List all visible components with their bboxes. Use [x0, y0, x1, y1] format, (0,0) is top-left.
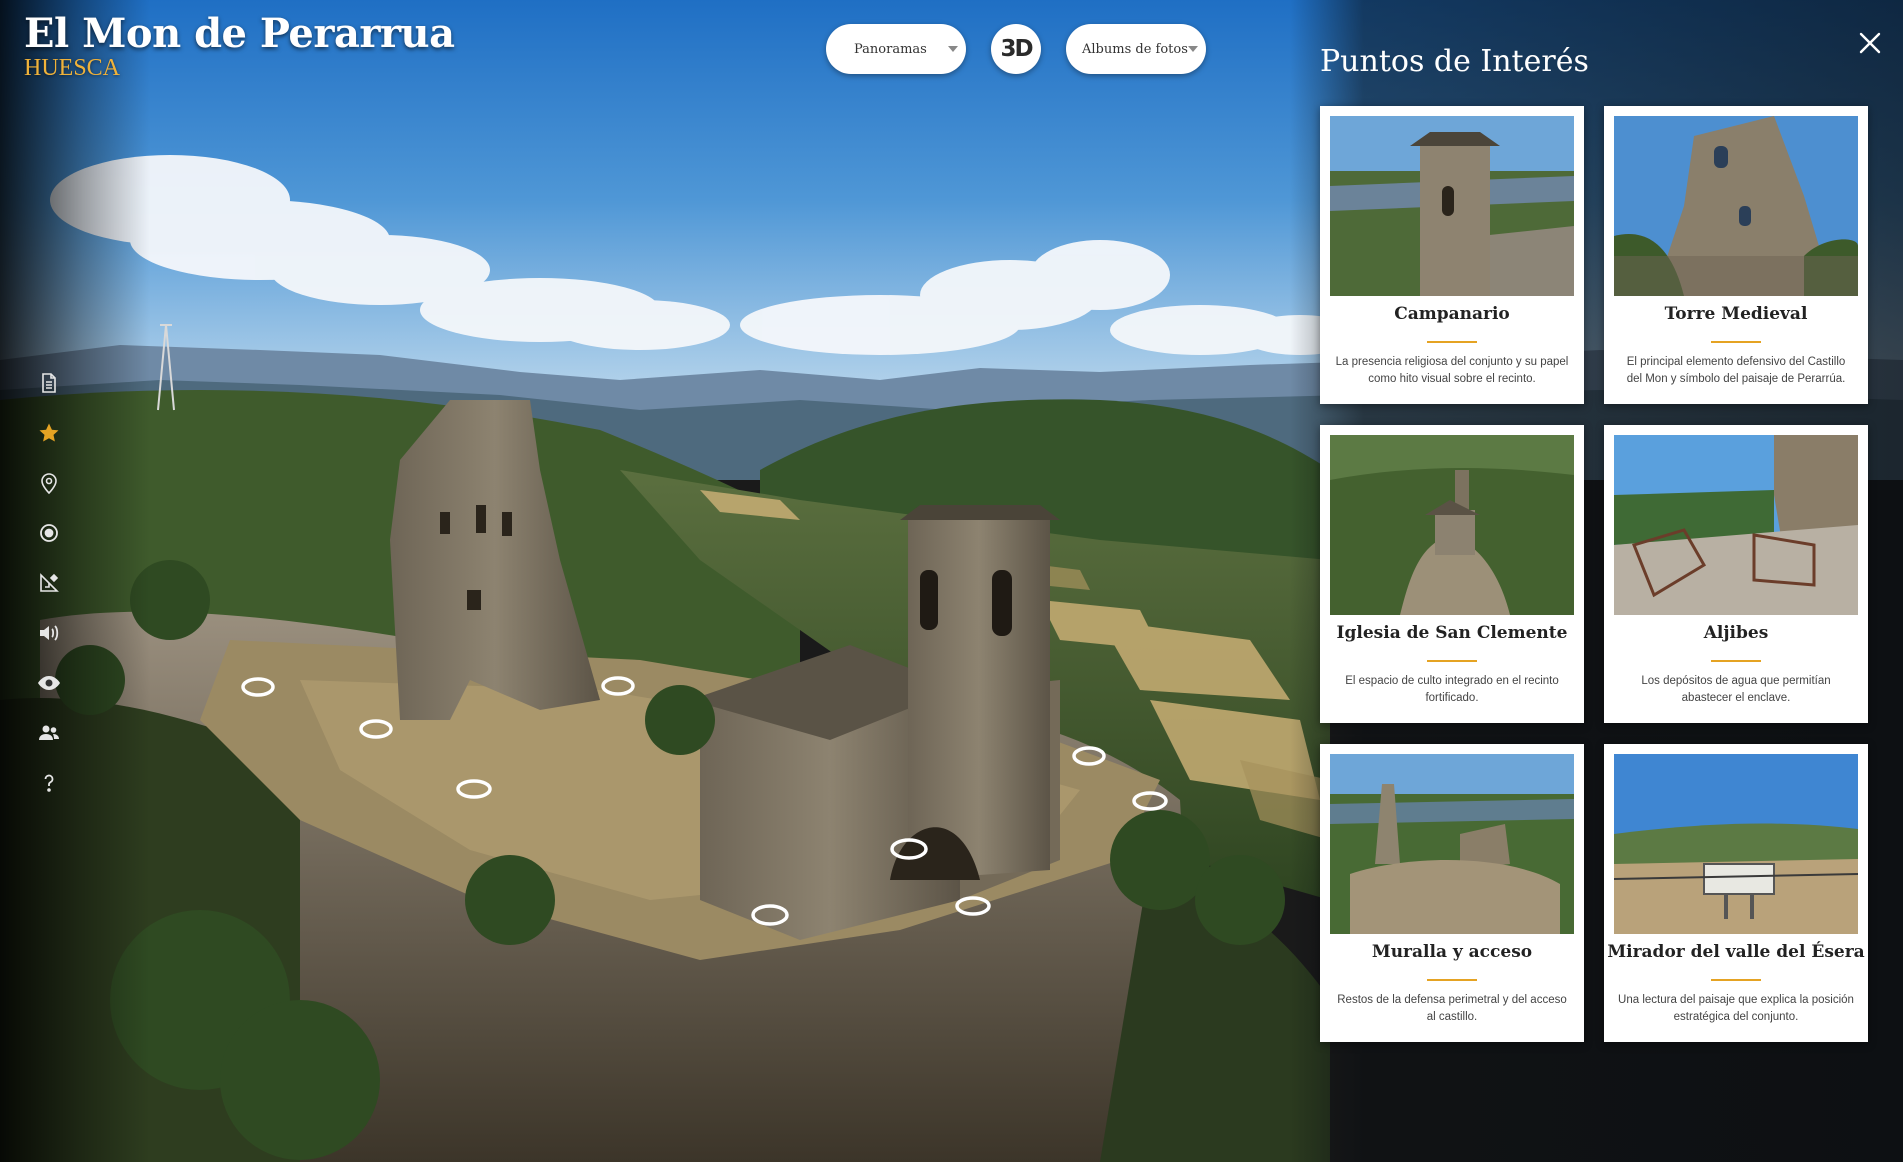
help-icon[interactable] — [36, 770, 62, 796]
poi-card-campanario[interactable]: Campanario La presencia religiosa del co… — [1320, 106, 1584, 404]
poi-thumbnail — [1330, 754, 1574, 934]
poi-card-description: La presencia religiosa del conjunto y su… — [1335, 356, 1569, 385]
document-icon[interactable] — [36, 370, 62, 396]
title-underline — [1711, 341, 1761, 343]
poi-card-title: Aljibes — [1703, 623, 1769, 643]
poi-card-title: Iglesia de San Clemente — [1336, 623, 1568, 643]
poi-card-description: Los depósitos de agua que permitían abas… — [1641, 675, 1831, 704]
poi-card-title: Torre Medieval — [1664, 304, 1808, 324]
map-pin-icon[interactable] — [36, 470, 62, 496]
albums-dropdown[interactable]: Albums de fotos — [1066, 24, 1206, 74]
chevron-down-icon — [1188, 46, 1198, 52]
left-shade — [0, 0, 150, 1162]
poi-card-description: El principal elemento defensivo del Cast… — [1626, 356, 1846, 385]
poi-thumbnail — [1614, 754, 1858, 934]
title-underline — [1427, 660, 1477, 662]
measure-icon[interactable] — [36, 570, 62, 596]
close-icon[interactable] — [1855, 28, 1885, 58]
poi-card-title: Campanario — [1394, 304, 1510, 324]
star-icon[interactable] — [36, 420, 62, 446]
poi-thumbnail — [1614, 435, 1858, 615]
title-underline — [1711, 979, 1761, 981]
target-icon[interactable] — [36, 520, 62, 546]
albums-label: Albums de fotos — [1082, 41, 1188, 57]
eye-icon[interactable] — [36, 670, 62, 696]
chevron-down-icon — [948, 46, 958, 52]
poi-card-description: El espacio de culto integrado en el reci… — [1345, 675, 1559, 704]
title-underline — [1427, 979, 1477, 981]
poi-card-description: Restos de la defensa perimetral y del ac… — [1337, 994, 1567, 1023]
poi-card-iglesia-san-clemente[interactable]: Iglesia de San Clemente El espacio de cu… — [1320, 425, 1584, 723]
site-subtitle: HUESCA — [24, 55, 121, 81]
title-underline — [1427, 341, 1477, 343]
view-3d-button[interactable]: 3D — [991, 24, 1041, 74]
site-title: El Mon de Perarrua — [24, 10, 455, 57]
poi-thumbnail — [1330, 116, 1574, 296]
title-underline — [1711, 660, 1761, 662]
poi-thumbnail — [1614, 116, 1858, 296]
brand: El Mon de Perarrua HUESCA — [24, 10, 455, 82]
poi-card-aljibes[interactable]: Aljibes Los depósitos de agua que permit… — [1604, 425, 1868, 723]
poi-card-torre-medieval[interactable]: Torre Medieval El principal elemento def… — [1604, 106, 1868, 404]
panoramas-dropdown[interactable]: Panoramas — [826, 24, 966, 74]
poi-card-mirador-valle-esera[interactable]: Mirador del valle del Ésera Una lectura … — [1604, 744, 1868, 1042]
poi-card-title: Muralla y acceso — [1371, 942, 1533, 962]
panel-title: Puntos de Interés — [1320, 44, 1589, 79]
view-3d-label: 3D — [1000, 36, 1033, 62]
users-icon[interactable] — [36, 720, 62, 746]
poi-card-description: Una lectura del paisaje que explica la p… — [1618, 994, 1854, 1023]
panoramas-label: Panoramas — [854, 41, 927, 57]
poi-card-muralla-acceso[interactable]: Muralla y acceso Restos de la defensa pe… — [1320, 744, 1584, 1042]
poi-card-title: Mirador del valle del Ésera — [1607, 942, 1865, 962]
sound-icon[interactable] — [36, 620, 62, 646]
poi-thumbnail — [1330, 435, 1574, 615]
